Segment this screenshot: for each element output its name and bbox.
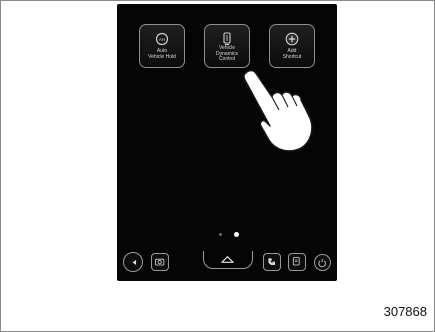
page-dot-active	[234, 232, 239, 237]
tile-add-shortcut[interactable]: Add Shortcut	[269, 24, 315, 68]
vehicle-dynamics-control-icon	[223, 32, 231, 45]
phone-button[interactable]	[263, 253, 281, 271]
add-shortcut-icon	[285, 32, 299, 46]
audio-icon	[128, 259, 136, 265]
apps-icon	[292, 256, 300, 265]
camera-button[interactable]	[151, 253, 169, 271]
tile-label: Add Shortcut	[282, 48, 302, 60]
touchscreen: AH Auto Vehicle Hold Vehicle Dynamics Co…	[117, 4, 337, 281]
bottom-bar	[117, 244, 337, 281]
phone-icon	[267, 257, 275, 265]
auto-vehicle-hold-icon: AH	[155, 32, 169, 46]
home-icon	[221, 256, 234, 263]
hand-pointer-icon	[243, 69, 313, 152]
page-indicator	[217, 232, 247, 238]
power-button[interactable]	[314, 254, 331, 271]
tile-vehicle-dynamics-control[interactable]: Vehicle Dynamics Control	[204, 24, 250, 68]
tile-label: Auto Vehicle Hold	[148, 48, 176, 60]
power-icon	[317, 258, 326, 267]
apps-button[interactable]	[288, 253, 306, 271]
svg-text:AH: AH	[159, 37, 165, 42]
audio-button[interactable]	[123, 252, 143, 272]
camera-icon	[154, 258, 164, 265]
tile-auto-vehicle-hold[interactable]: AH Auto Vehicle Hold	[139, 24, 185, 68]
figure-code: 307868	[383, 304, 427, 319]
tile-label: Vehicle Dynamics Control	[216, 45, 238, 62]
page-dot	[219, 233, 222, 236]
home-button[interactable]	[203, 251, 253, 269]
